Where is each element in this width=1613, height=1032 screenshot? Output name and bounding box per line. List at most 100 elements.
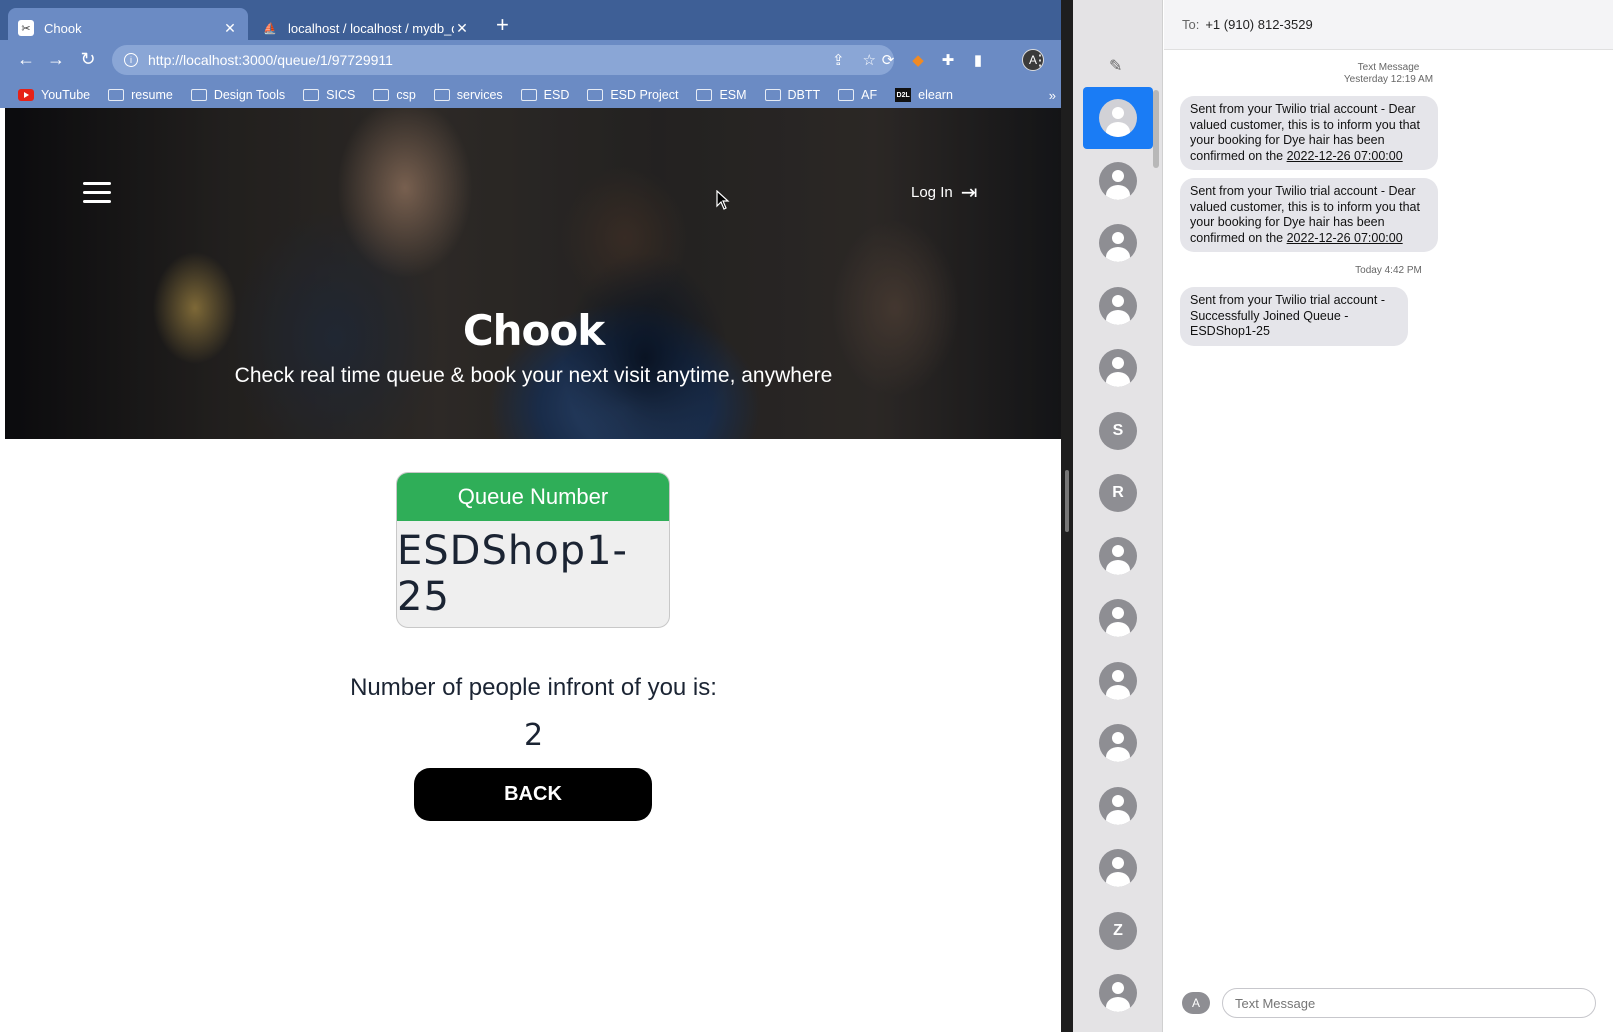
back-button[interactable]: BACK xyxy=(414,768,652,821)
conversation-item[interactable] xyxy=(1083,712,1153,774)
date-link[interactable]: 2022-12-26 07:00:00 xyxy=(1287,231,1403,245)
person-avatar-icon xyxy=(1099,724,1137,762)
conversation-item[interactable] xyxy=(1083,525,1153,587)
bookmark-dbtt[interactable]: DBTT xyxy=(764,88,820,102)
browser-toolbar: ← → ↻ i http://localhost:3000/queue/1/97… xyxy=(0,40,1092,82)
person-avatar-icon xyxy=(1099,849,1137,887)
hamburger-menu-icon[interactable] xyxy=(83,182,111,206)
web-page: Log In ⇥ Chook Check real time queue & b… xyxy=(5,108,1092,1032)
initial-avatar: R xyxy=(1099,474,1137,512)
person-avatar-icon xyxy=(1099,661,1137,700)
browser-window: ✂ Chook ✕ ⛵ localhost / localhost / mydb… xyxy=(0,0,1092,1032)
bookmark-elearn[interactable]: D2L elearn xyxy=(895,88,953,102)
conversation-item[interactable] xyxy=(1083,587,1153,649)
login-label: Log In xyxy=(911,184,953,201)
queue-number-card: Queue Number ESDShop1-25 xyxy=(396,472,670,628)
forward-arrow-icon[interactable]: → xyxy=(44,49,68,70)
initial-avatar: Z xyxy=(1099,911,1137,950)
folder-icon xyxy=(764,89,781,101)
hero-banner: Log In ⇥ Chook Check real time queue & b… xyxy=(5,108,1092,439)
folder-icon xyxy=(433,89,450,101)
person-avatar-icon xyxy=(1099,536,1137,575)
new-tab-icon[interactable]: + xyxy=(496,14,509,36)
bookmark-esm[interactable]: ESM xyxy=(696,88,747,102)
conversation-scrollbar[interactable] xyxy=(1153,90,1159,168)
compose-icon[interactable]: ✎ xyxy=(1109,56,1122,76)
reload-icon[interactable]: ↻ xyxy=(76,49,100,70)
tab-title: Chook xyxy=(44,20,82,36)
conversation-item[interactable]: R xyxy=(1083,462,1153,524)
sync-extension-icon[interactable]: ⟳ xyxy=(878,50,898,70)
to-label: To: xyxy=(1182,17,1200,32)
bookmark-sics[interactable]: SICS xyxy=(303,88,355,102)
person-avatar-icon xyxy=(1099,599,1137,637)
close-tab-icon[interactable]: ✕ xyxy=(222,20,238,37)
address-bar[interactable]: i http://localhost:3000/queue/1/97729911… xyxy=(112,45,894,75)
bookmarks-overflow-icon[interactable]: » xyxy=(1049,88,1056,103)
chook-favicon-icon: ✂ xyxy=(18,20,34,36)
person-avatar-icon xyxy=(1099,786,1137,825)
puzzle-extensions-icon[interactable]: ✚ xyxy=(938,50,958,70)
conversation-item[interactable] xyxy=(1083,837,1153,899)
message-input[interactable] xyxy=(1222,988,1596,1018)
metamask-icon[interactable]: ◆ xyxy=(908,50,928,70)
login-link[interactable]: Log In ⇥ xyxy=(911,180,977,205)
back-arrow-icon[interactable]: ← xyxy=(14,49,38,70)
people-ahead-count: 2 xyxy=(523,718,544,753)
queue-card-header: Queue Number xyxy=(397,473,669,521)
person-avatar-icon xyxy=(1099,286,1137,325)
person-avatar-icon xyxy=(1099,99,1137,137)
conversation-item[interactable] xyxy=(1083,87,1153,149)
folder-icon xyxy=(696,89,713,101)
close-tab-icon[interactable]: ✕ xyxy=(454,20,470,37)
site-info-icon[interactable]: i xyxy=(124,53,138,67)
logout-arrow-icon: ⇥ xyxy=(960,182,978,204)
message-bubble[interactable]: Sent from your Twilio trial account - Su… xyxy=(1180,287,1408,346)
split-view-handle[interactable] xyxy=(1065,470,1069,532)
conversation-item[interactable] xyxy=(1083,212,1153,274)
conversation-item[interactable] xyxy=(1083,775,1153,837)
tab-title: localhost / localhost / mydb_qu xyxy=(288,20,454,36)
conversation-item[interactable]: Z xyxy=(1083,900,1153,962)
hero-subtitle: Check real time queue & book your next v… xyxy=(234,364,833,387)
queue-number-value: ESDShop1-25 xyxy=(397,528,628,620)
folder-icon xyxy=(838,89,855,101)
bookmark-af[interactable]: AF xyxy=(838,88,877,102)
bookmark-resume[interactable]: resume xyxy=(108,88,173,102)
bookmark-esd-project[interactable]: ESD Project xyxy=(587,88,678,102)
date-link[interactable]: 2022-12-26 07:00:00 xyxy=(1287,149,1403,163)
conversation-item[interactable] xyxy=(1083,337,1153,399)
conversation-item[interactable] xyxy=(1083,962,1153,1024)
message-composer: A xyxy=(1164,980,1613,1032)
folder-icon xyxy=(303,89,320,101)
bookmark-esd[interactable]: ESD xyxy=(520,88,569,102)
message-bubble[interactable]: Sent from your Twilio trial account - De… xyxy=(1180,96,1438,170)
person-avatar-icon xyxy=(1099,974,1137,1012)
bookmark-youtube[interactable]: YouTube xyxy=(18,88,90,102)
kebab-menu-icon[interactable]: ⋮ xyxy=(1030,50,1050,70)
app-store-icon[interactable]: A xyxy=(1182,992,1210,1014)
bookmark-csp[interactable]: csp xyxy=(373,88,416,102)
bookmark-design-tools[interactable]: Design Tools xyxy=(190,88,285,102)
person-avatar-icon xyxy=(1099,349,1137,387)
recipient-number: +1 (910) 812-3529 xyxy=(1205,17,1313,32)
messages-app: ✎ SR Z To: +1 (910) 812-3529 Text Message… xyxy=(1073,0,1613,1032)
folder-icon xyxy=(587,89,604,101)
conversation-item[interactable] xyxy=(1083,275,1153,337)
conversation-item[interactable] xyxy=(1083,150,1153,212)
phpmyadmin-favicon-icon: ⛵ xyxy=(263,22,277,35)
share-icon[interactable]: ⇪ xyxy=(832,51,845,69)
bookmark-services[interactable]: services xyxy=(433,88,503,102)
conversation-item[interactable]: S xyxy=(1083,400,1153,462)
folder-icon xyxy=(373,89,390,101)
people-ahead-label: Number of people infront of you is: xyxy=(350,674,717,701)
url-text: http://localhost:3000/queue/1/97729911 xyxy=(148,52,393,68)
conversation-list: ✎ SR Z xyxy=(1073,0,1163,1032)
person-avatar-icon xyxy=(1099,161,1137,200)
conversation-item[interactable] xyxy=(1083,650,1153,712)
side-panel-icon[interactable]: ▮ xyxy=(968,50,988,70)
youtube-icon xyxy=(18,89,34,101)
star-icon[interactable]: ☆ xyxy=(863,51,876,69)
message-bubble[interactable]: Sent from your Twilio trial account - De… xyxy=(1180,178,1438,252)
message-thread: Text Message Yesterday 12:19 AM Sent fro… xyxy=(1164,50,1613,980)
